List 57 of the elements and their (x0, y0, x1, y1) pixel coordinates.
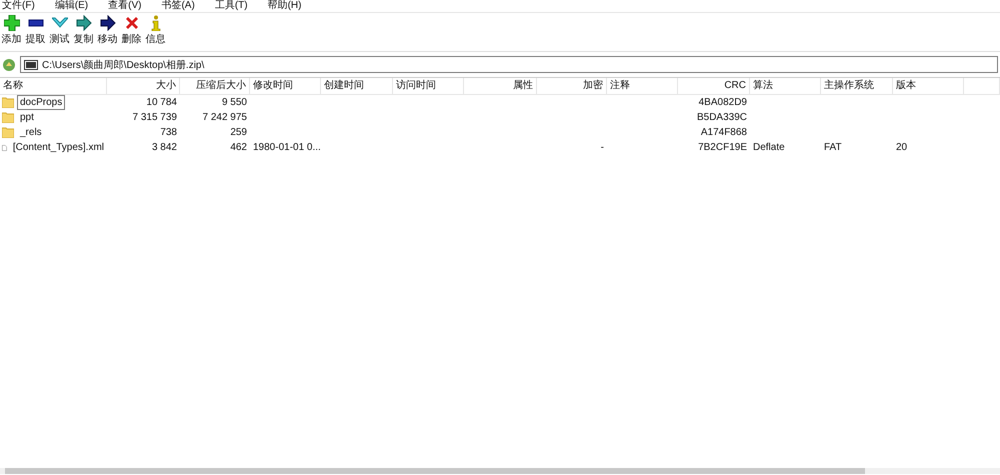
folder-icon (2, 127, 14, 138)
table-cell-text: 7 242 975 (202, 111, 248, 124)
toolbar-button[interactable]: 移动 (96, 15, 119, 46)
column-header[interactable]: 修改时间 (250, 78, 321, 94)
address-field[interactable]: C:\Users\颜曲周郎\Desktop\相册.zip\ (20, 56, 998, 73)
toolbar-button[interactable]: 信息 (144, 15, 167, 46)
folder-icon (2, 97, 14, 108)
menu-item[interactable]: 查看(V) (108, 0, 142, 12)
toolbar-button[interactable]: 提取 (24, 15, 47, 46)
table-cell-text: 7 315 739 (132, 111, 178, 124)
scrollbar-thumb[interactable] (5, 468, 865, 474)
file-name[interactable]: [Content_Types].xml (10, 140, 107, 155)
menu-item[interactable]: 编辑(E) (54, 0, 88, 12)
folder-icon (2, 112, 14, 123)
table-cell-text: 10 784 (145, 96, 178, 109)
table-cell-text: 738 (159, 126, 178, 139)
table-cell-text: B5DA339C (696, 111, 748, 124)
menu-item[interactable]: 帮助(H) (268, 0, 302, 12)
table-cell-text: 9 550 (220, 96, 248, 109)
file-name[interactable]: ppt (17, 110, 37, 125)
cross-icon (124, 15, 140, 31)
column-header[interactable]: 主操作系统 (821, 78, 893, 94)
table-cell-text: 1980-01-01 0... (252, 141, 321, 154)
column-header[interactable]: 属性 (464, 78, 537, 94)
toolbar-button[interactable]: 删除 (120, 15, 143, 46)
arrow-icon (100, 15, 116, 31)
column-header[interactable]: 大小 (107, 78, 180, 94)
column-header[interactable]: 注释 (607, 78, 678, 94)
column-header[interactable]: 名称 (0, 78, 107, 94)
table-cell-text: 462 (229, 141, 248, 154)
table-cell-text: - (600, 141, 605, 154)
table-cell-text: 4BA082D9 (698, 96, 748, 109)
file-name[interactable]: _rels (17, 125, 45, 140)
up-folder-icon[interactable] (2, 58, 16, 72)
table-cell-text: 7B2CF19E (697, 141, 748, 154)
column-header[interactable]: 压缩后大小 (180, 78, 250, 94)
menu-item[interactable]: 工具(T) (214, 0, 248, 12)
column-header[interactable]: CRC (678, 78, 750, 94)
archive-icon (24, 60, 38, 70)
plus-icon (4, 15, 20, 31)
table-cell-text: 3 842 (150, 141, 178, 154)
menu-item[interactable]: 书签(A) (161, 0, 195, 12)
toolbar-button[interactable]: 添加 (0, 15, 23, 46)
column-header[interactable]: 加密 (537, 78, 607, 94)
column-header[interactable]: 版本 (893, 78, 964, 94)
table-cell-text: 20 (895, 141, 908, 154)
table-cell-text: FAT (823, 141, 843, 154)
arrow-icon (76, 15, 92, 31)
table-cell-text: 259 (229, 126, 248, 139)
column-header[interactable]: 创建时间 (321, 78, 393, 94)
file-name[interactable]: docProps (17, 95, 66, 110)
toolbar-button[interactable]: 测试 (48, 15, 71, 46)
table-cell-text: Deflate (752, 141, 786, 154)
column-header[interactable]: 访问时间 (393, 78, 464, 94)
table-cell-text: A174F868 (700, 126, 748, 139)
column-header[interactable]: 算法 (750, 78, 821, 94)
toolbar-button[interactable]: 复制 (72, 15, 95, 46)
